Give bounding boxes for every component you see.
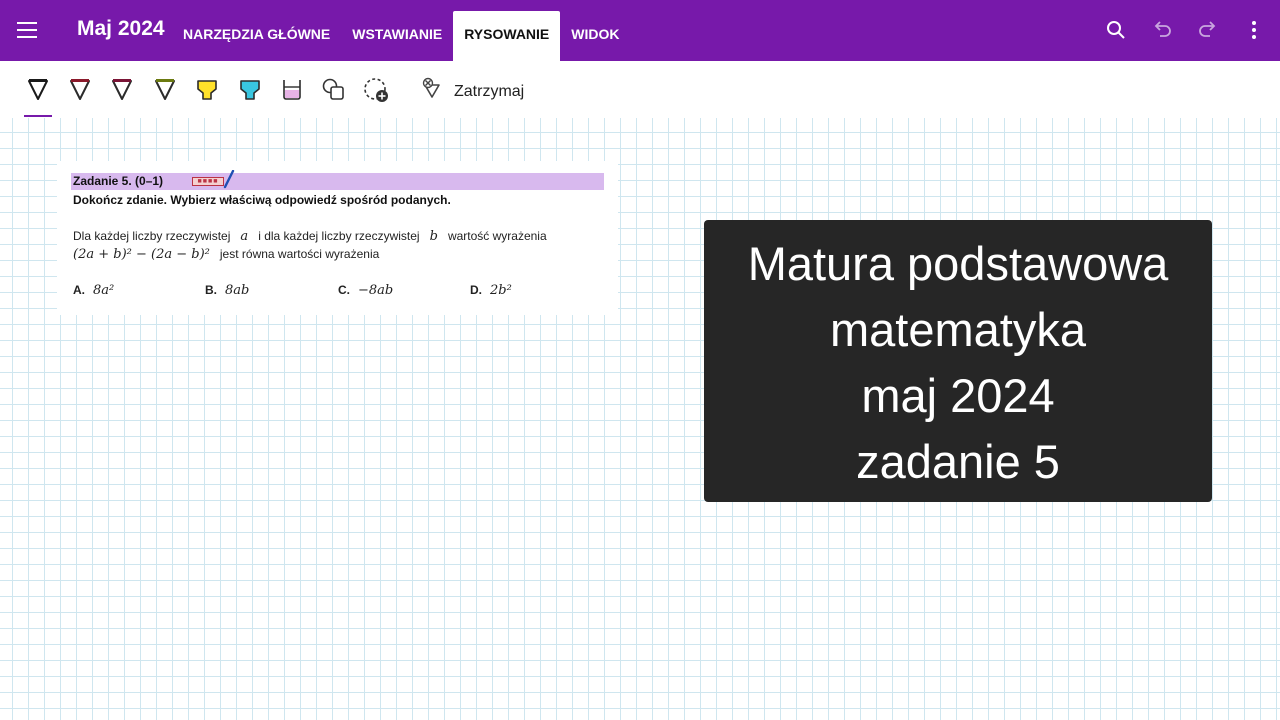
- highlighter-pink-icon[interactable]: [277, 75, 307, 105]
- lasso-add-icon[interactable]: [361, 75, 391, 105]
- pen-black-icon[interactable]: [23, 75, 53, 105]
- title-card: Matura podstawowa matematyka maj 2024 za…: [704, 220, 1212, 502]
- option-letter: D.: [470, 283, 482, 297]
- pen-maroon-icon[interactable]: [107, 75, 137, 105]
- pen-stroke-icon: [222, 169, 236, 195]
- stop-drawing-label: Zatrzymaj: [454, 82, 525, 100]
- option-value: 8a²: [93, 283, 115, 298]
- option-letter: B.: [205, 283, 217, 297]
- answer-option-b: B. 8ab: [205, 283, 249, 298]
- question-text-part2: i dla każdej liczby rzeczywistej: [258, 229, 420, 243]
- stop-pen-icon: [420, 77, 444, 106]
- variable-a: a: [240, 229, 249, 244]
- card-line-2: matematyka: [830, 303, 1086, 356]
- exam-question-image: Zadanie 5. (0–1) ■■■■ Dokończ zdanie. Wy…: [57, 161, 618, 315]
- question-text-part1: Dla każdej liczby rzeczywistej: [73, 229, 231, 243]
- question-header: Zadanie 5. (0–1) ■■■■: [71, 169, 604, 190]
- tab-rysowanie[interactable]: RYSOWANIE: [453, 11, 561, 61]
- note-canvas[interactable]: Zadanie 5. (0–1) ■■■■ Dokończ zdanie. Wy…: [0, 118, 1280, 720]
- option-value: 2b²: [490, 283, 512, 298]
- more-icon[interactable]: [1242, 18, 1266, 42]
- redo-icon[interactable]: [1196, 18, 1220, 42]
- card-line-3: maj 2024: [861, 369, 1055, 422]
- highlighter-yellow-icon[interactable]: [192, 75, 222, 105]
- question-number: Zadanie 5. (0–1): [73, 174, 164, 188]
- tab-widok[interactable]: WIDOK: [560, 11, 630, 61]
- card-line-1: Matura podstawowa: [747, 237, 1169, 290]
- math-expression: (2a + b)² − (2a − b)²: [73, 247, 210, 262]
- ribbon-tabs: NARZĘDZIA GŁÓWNE WSTAWIANIE RYSOWANIE WI…: [172, 11, 630, 61]
- tab-wstawianie[interactable]: WSTAWIANIE: [341, 11, 453, 61]
- variable-b: b: [429, 229, 438, 244]
- tab-narzedzia-glowne[interactable]: NARZĘDZIA GŁÓWNE: [172, 11, 341, 61]
- question-text-part4: jest równa wartości wyrażenia: [219, 247, 380, 261]
- stop-drawing-button[interactable]: Zatrzymaj: [420, 77, 524, 106]
- answer-option-c: C. −8ab: [338, 283, 393, 298]
- option-letter: A.: [73, 283, 85, 297]
- question-body-line1: Dla każdej liczby rzeczywistej a i dla k…: [73, 229, 547, 244]
- active-tool-indicator: [24, 115, 52, 117]
- search-icon[interactable]: [1104, 18, 1128, 42]
- card-line-4: zadanie 5: [856, 435, 1060, 488]
- option-value: −8ab: [358, 283, 394, 298]
- menu-icon[interactable]: [17, 22, 37, 38]
- answer-option-a: A. 8a²: [73, 283, 114, 298]
- app-header: Maj 2024 NARZĘDZIA GŁÓWNE WSTAWIANIE RYS…: [0, 0, 1280, 61]
- header-actions: [1104, 18, 1266, 42]
- question-text-part3: wartość wyrażenia: [447, 229, 547, 243]
- highlighter-cyan-icon[interactable]: [235, 75, 265, 105]
- undo-icon[interactable]: [1150, 18, 1174, 42]
- pen-dark-red-icon[interactable]: [65, 75, 95, 105]
- question-body-line2: (2a + b)² − (2a − b)² jest równa wartośc…: [73, 247, 379, 262]
- answer-option-d: D. 2b²: [470, 283, 512, 298]
- option-letter: C.: [338, 283, 350, 297]
- question-instruction: Dokończ zdanie. Wybierz właściwą odpowie…: [73, 193, 451, 207]
- notebook-title: Maj 2024: [77, 17, 165, 40]
- shapes-icon[interactable]: [319, 75, 349, 105]
- drawing-toolbar: Zatrzymaj: [0, 61, 1280, 119]
- option-value: 8ab: [225, 283, 250, 298]
- pen-olive-icon[interactable]: [150, 75, 180, 105]
- difficulty-marker: ■■■■: [192, 177, 224, 186]
